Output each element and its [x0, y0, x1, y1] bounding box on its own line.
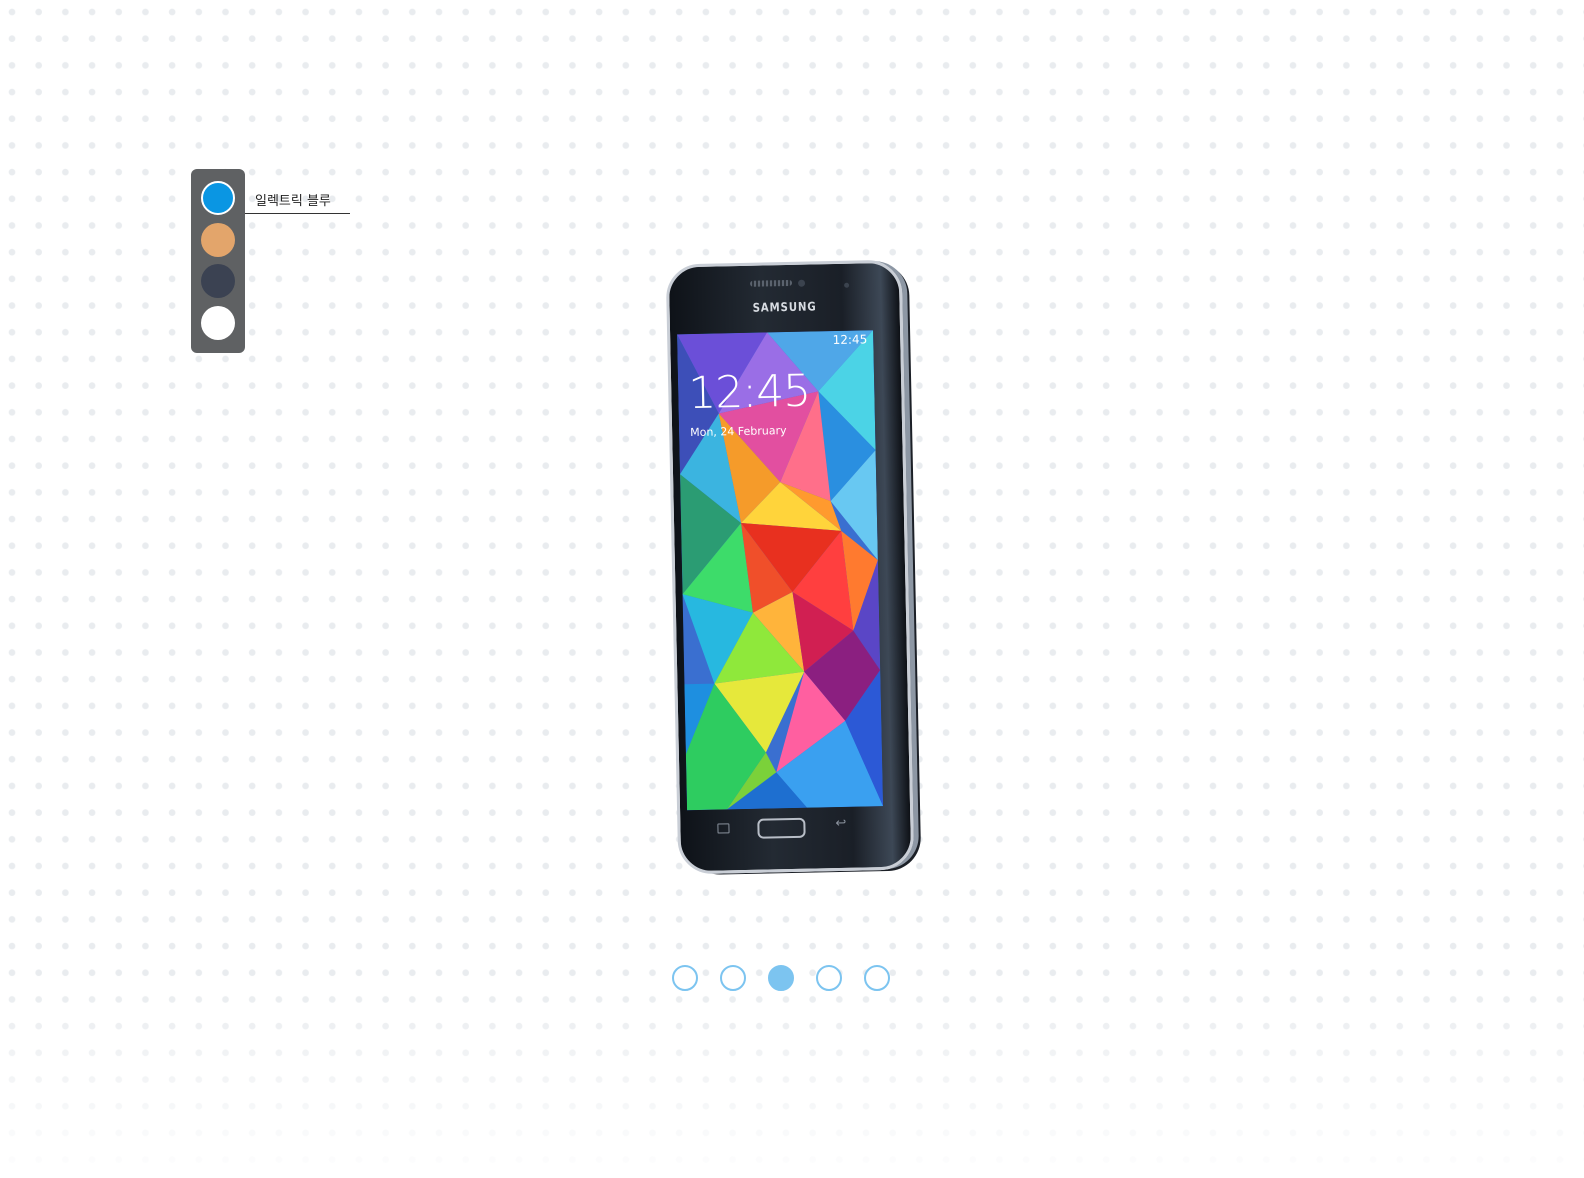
- front-sensor: [797, 279, 806, 287]
- back-key-icon: ↩: [835, 815, 847, 832]
- background-fade: [0, 978, 1584, 1178]
- lock-screen-time: 12:45: [687, 365, 811, 420]
- front-camera: [844, 282, 850, 288]
- pager-dot-2[interactable]: [720, 965, 746, 991]
- phone-image: SAMSUNG 12:45 12:45 Mon, 24 February ↩: [665, 259, 915, 875]
- swatch-charcoal-black[interactable]: [201, 264, 235, 298]
- swatch-shimmery-white[interactable]: [201, 306, 235, 340]
- swatch-electric-blue[interactable]: [201, 181, 235, 215]
- image-pager: [672, 965, 890, 991]
- recent-apps-key-icon: [717, 823, 730, 834]
- pager-dot-5[interactable]: [864, 965, 890, 991]
- lock-screen-date: Mon, 24 February: [690, 424, 787, 440]
- status-bar-time: 12:45: [832, 332, 868, 348]
- color-selector: [191, 169, 245, 353]
- earpiece-speaker: [749, 279, 793, 287]
- selected-color-label: 일렉트릭 블루: [245, 192, 350, 214]
- pager-dot-4[interactable]: [816, 965, 842, 991]
- pager-dot-1[interactable]: [672, 965, 698, 991]
- home-button: [757, 817, 806, 839]
- phone-screen: 12:45 12:45 Mon, 24 February: [677, 330, 884, 811]
- pager-dot-3[interactable]: [768, 965, 794, 991]
- swatch-copper-gold[interactable]: [201, 223, 235, 257]
